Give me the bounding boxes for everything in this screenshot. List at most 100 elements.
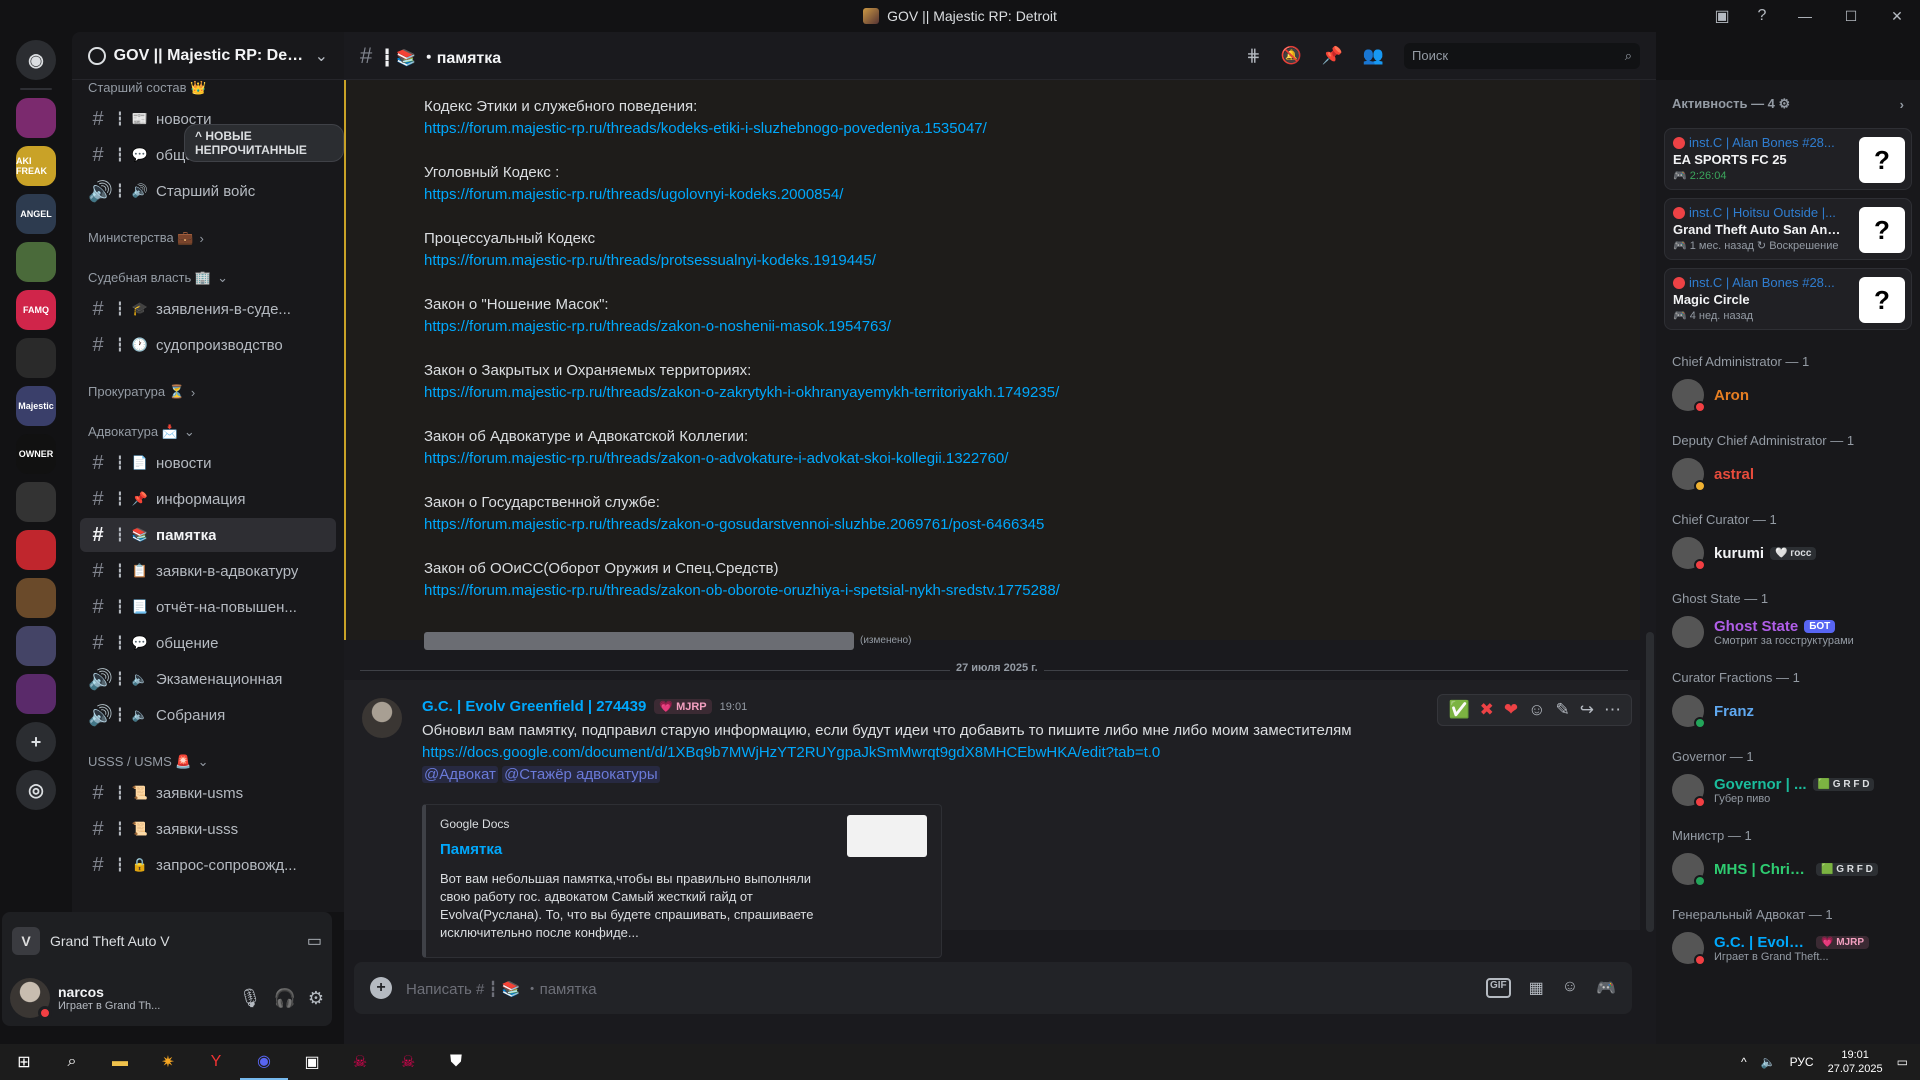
- server-icon[interactable]: ANGEL: [16, 194, 56, 234]
- server-icon[interactable]: [16, 578, 56, 618]
- maximize-button[interactable]: ☐: [1828, 0, 1874, 32]
- channel-item[interactable]: 🔊 ┇ 🔈 Собрания: [80, 698, 336, 732]
- category-header[interactable]: USSS / USMS 🚨 ⌄: [80, 734, 336, 774]
- search-icon[interactable]: ⌕: [48, 1044, 96, 1080]
- category-header[interactable]: Старший состав 👑: [80, 80, 336, 100]
- mute-bell-icon[interactable]: 🔕: [1280, 46, 1301, 66]
- law-link[interactable]: https://forum.majestic-rp.ru/threads/zak…: [424, 514, 1640, 536]
- app-window-icon[interactable]: ▣: [288, 1044, 336, 1080]
- volume-icon[interactable]: 🔈: [1761, 1055, 1776, 1069]
- shield-app-icon[interactable]: ⛊: [432, 1044, 480, 1080]
- inbox-icon[interactable]: ▣: [1702, 0, 1742, 32]
- attach-plus-icon[interactable]: +: [370, 977, 392, 999]
- member-item[interactable]: Aron: [1664, 373, 1912, 417]
- server-icon[interactable]: AKI FREAK: [16, 146, 56, 186]
- gif-icon[interactable]: GIF: [1485, 978, 1511, 998]
- sticker-icon[interactable]: ▦: [1529, 978, 1544, 998]
- new-unread-button[interactable]: ^ НОВЫЕ НЕПРОЧИТАННЫЕ: [184, 124, 344, 162]
- law-link[interactable]: https://forum.majestic-rp.ru/threads/zak…: [424, 382, 1640, 404]
- activity-panel[interactable]: V Grand Theft Auto V ▭: [2, 912, 332, 970]
- discord-icon[interactable]: ◉: [240, 1044, 288, 1080]
- law-link[interactable]: https://forum.majestic-rp.ru/threads/zak…: [424, 316, 1640, 338]
- law-link[interactable]: https://forum.majestic-rp.ru/threads/zak…: [424, 580, 1640, 602]
- channel-item[interactable]: # ┇ 📚 памятка: [80, 518, 336, 552]
- heart-reaction-icon[interactable]: ❤: [1504, 700, 1518, 720]
- chevron-right-icon[interactable]: ›: [1900, 97, 1904, 112]
- server-icon[interactable]: [16, 530, 56, 570]
- tray-chevron-icon[interactable]: ^: [1741, 1055, 1747, 1069]
- channel-item[interactable]: 🔊 ┇ 🔈 Экзаменационная: [80, 662, 336, 696]
- emoji-icon[interactable]: ☺: [1562, 978, 1578, 998]
- more-icon[interactable]: ⋯: [1604, 700, 1621, 720]
- category-header[interactable]: Адвокатура 📩 ⌄: [80, 404, 336, 444]
- member-list-icon[interactable]: 👥: [1363, 46, 1384, 66]
- member-item[interactable]: kurumi 🤍 госс: [1664, 531, 1912, 575]
- gamepad-icon[interactable]: 🎮: [1596, 978, 1616, 998]
- channel-item[interactable]: # ┇ 📜 заявки-usss: [80, 812, 336, 846]
- member-item[interactable]: astral: [1664, 452, 1912, 496]
- minimize-button[interactable]: —: [1782, 0, 1828, 32]
- discover-icon[interactable]: ◎: [16, 770, 56, 810]
- activity-card[interactable]: inst.C | Alan Bones #28... Magic Circle 🎮 …: [1664, 268, 1912, 330]
- add-reaction-icon[interactable]: ☺: [1528, 700, 1545, 720]
- guild-tag[interactable]: 💗 MJRP: [654, 699, 712, 714]
- server-icon[interactable]: [16, 338, 56, 378]
- member-item[interactable]: Ghost State БОТ Смотрит за госструктурами: [1664, 610, 1912, 654]
- message-composer[interactable]: + Написать # ┇ 📚 ・памятка GIF ▦ ☺ 🎮: [354, 962, 1632, 1014]
- channel-item[interactable]: 🔊 ┇ 🔊 Старший войс: [80, 174, 336, 208]
- member-item[interactable]: Governor | ... 🟩 G R F D Губер пиво: [1664, 768, 1912, 812]
- mention-advokat[interactable]: @Адвокат: [422, 766, 498, 783]
- embed-thumbnail[interactable]: [847, 815, 927, 857]
- file-explorer-icon[interactable]: ▬: [96, 1044, 144, 1080]
- threads-icon[interactable]: ⋕: [1246, 46, 1260, 66]
- category-header[interactable]: Министерства 💼 ›: [80, 210, 336, 250]
- headphones-icon[interactable]: 🎧: [273, 988, 295, 1009]
- author-avatar[interactable]: [362, 698, 402, 738]
- channel-item[interactable]: # ┇ 📄 новости: [80, 446, 336, 480]
- check-reaction-icon[interactable]: ✅: [1448, 700, 1469, 720]
- law-link[interactable]: https://forum.majestic-rp.ru/threads/pro…: [424, 250, 1640, 272]
- channel-item[interactable]: # ┇ 📌 информация: [80, 482, 336, 516]
- input-language[interactable]: РУС: [1790, 1055, 1814, 1069]
- activity-card[interactable]: inst.C | Hoitsu Outside |... Grand Theft …: [1664, 198, 1912, 260]
- member-item[interactable]: Franz: [1664, 689, 1912, 733]
- search-input[interactable]: Поиск ⌕: [1404, 42, 1640, 69]
- screen-share-icon[interactable]: ▭: [307, 931, 322, 951]
- server-icon[interactable]: [16, 674, 56, 714]
- edit-icon[interactable]: ✎: [1556, 700, 1570, 720]
- law-link[interactable]: https://forum.majestic-rp.ru/threads/kod…: [424, 118, 1640, 140]
- x-reaction-icon[interactable]: ✖: [1480, 700, 1494, 720]
- avatar[interactable]: [10, 978, 52, 1020]
- server-icon[interactable]: [16, 482, 56, 522]
- discord-home-icon[interactable]: ◉: [16, 40, 56, 80]
- server-icon[interactable]: [16, 98, 56, 138]
- settings-gear-icon[interactable]: ⚙: [308, 988, 324, 1009]
- channel-item[interactable]: # ┇ 🕐 судопроизводство: [80, 328, 336, 362]
- law-link[interactable]: https://forum.majestic-rp.ru/threads/zak…: [424, 448, 1640, 470]
- member-item[interactable]: MHS | Chris... 🟩 G R F D: [1664, 847, 1912, 891]
- pin-icon[interactable]: 📌: [1322, 46, 1343, 66]
- server-icon[interactable]: [16, 626, 56, 666]
- app-sun-icon[interactable]: ✷: [144, 1044, 192, 1080]
- category-header[interactable]: Прокуратура ⏳ ›: [80, 364, 336, 404]
- game-launcher-2-icon[interactable]: ☠: [384, 1044, 432, 1080]
- server-icon[interactable]: Majestic: [16, 386, 56, 426]
- server-icon[interactable]: [16, 242, 56, 282]
- message-link[interactable]: https://docs.google.com/document/d/1XBq9…: [422, 742, 1612, 764]
- channel-item[interactable]: # ┇ 📋 заявки-в-адвокатуру: [80, 554, 336, 588]
- law-link[interactable]: https://forum.majestic-rp.ru/threads/ugo…: [424, 184, 1640, 206]
- windows-start-icon[interactable]: ⊞: [0, 1044, 48, 1080]
- channel-item[interactable]: # ┇ 🔒 запрос-сопровожд...: [80, 848, 336, 882]
- server-icon[interactable]: FAMQ: [16, 290, 56, 330]
- mention-stazher[interactable]: @Стажёр адвокатуры: [502, 766, 660, 783]
- activity-card[interactable]: inst.C | Alan Bones #28... EA SPORTS FC 2…: [1664, 128, 1912, 190]
- channel-item[interactable]: # ┇ 💬 общение: [80, 626, 336, 660]
- chat-scrollbar[interactable]: [1646, 632, 1654, 932]
- guild-header[interactable]: GOV || Majestic RP: Detr... ⌄: [72, 32, 344, 80]
- channel-item[interactable]: # ┇ 📜 заявки-usms: [80, 776, 336, 810]
- notification-icon[interactable]: ▭: [1897, 1055, 1908, 1069]
- server-icon[interactable]: OWNER: [16, 434, 56, 474]
- channel-item[interactable]: # ┇ 📃 отчёт-на-повышен...: [80, 590, 336, 624]
- author-name[interactable]: G.C. | Evolv Greenfield | 274439: [422, 698, 646, 715]
- channel-item[interactable]: # ┇ 🎓 заявления-в-суде...: [80, 292, 336, 326]
